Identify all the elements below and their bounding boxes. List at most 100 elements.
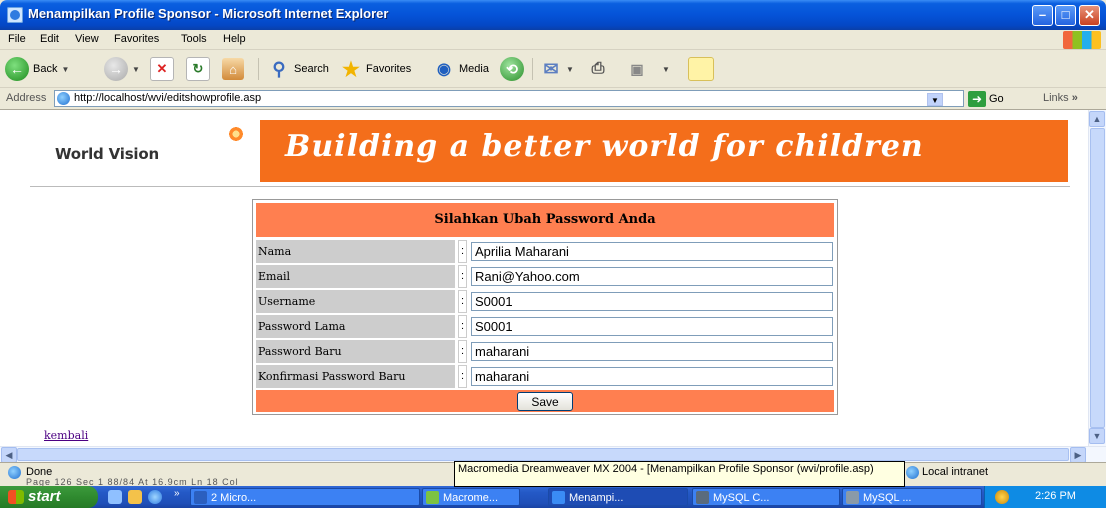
username-input[interactable] — [471, 292, 833, 311]
task-dreamweaver[interactable]: Macrome... — [422, 488, 520, 506]
menu-file[interactable]: File — [8, 33, 26, 45]
kembali-link[interactable]: kembali — [44, 429, 88, 442]
task-label: Macrome... — [443, 492, 499, 504]
clock[interactable]: 2:26 PM — [1035, 490, 1076, 502]
mail-dropdown-icon[interactable]: ▼ — [566, 65, 574, 74]
back-button[interactable]: ← Back ▼ — [5, 55, 69, 83]
history-icon: ⟲ — [500, 57, 524, 81]
links-label: Links — [1043, 92, 1069, 104]
go-arrow-icon: ➜ — [968, 90, 986, 107]
vertical-scrollbar[interactable]: ▲ ▼ — [1088, 110, 1106, 446]
quicklaunch-folder-icon[interactable] — [128, 490, 142, 504]
quicklaunch-desktop-icon[interactable] — [108, 490, 122, 504]
nama-input[interactable] — [471, 242, 833, 261]
email-input[interactable] — [471, 267, 833, 286]
form-footer: Save — [256, 390, 834, 412]
menu-help[interactable]: Help — [223, 33, 246, 45]
logo-star-icon — [224, 122, 248, 146]
edit-icon: ▣ — [630, 60, 644, 77]
back-dropdown-icon[interactable]: ▼ — [61, 65, 69, 74]
search-label: Search — [294, 63, 329, 75]
print-button[interactable]: ⎙ — [587, 55, 609, 83]
stop-icon: ✕ — [150, 57, 174, 81]
task-word[interactable]: 2 Micro... — [190, 488, 420, 506]
close-button[interactable]: ✕ — [1079, 5, 1100, 26]
media-button[interactable]: ◉ Media — [433, 55, 489, 83]
konfirmasi-password-input[interactable] — [471, 367, 833, 386]
messenger-button[interactable] — [688, 55, 714, 83]
tray-icon[interactable] — [995, 490, 1009, 504]
edit-button[interactable]: ▣ ▼ — [626, 55, 670, 83]
password-baru-cell — [469, 340, 836, 363]
maximize-button[interactable]: □ — [1055, 5, 1076, 26]
start-button[interactable]: start — [0, 486, 98, 508]
mysql-icon — [696, 491, 709, 504]
toolbar: ← Back ▼ → ▼ ✕ ↻ ⌂ ⚲ Search ★ Favorites … — [0, 50, 1106, 88]
forward-button[interactable]: → ▼ — [104, 55, 140, 83]
colon: : — [458, 340, 467, 363]
task-mysql-control[interactable]: MySQL C... — [692, 488, 840, 506]
taskbar: start » 2 Micro... Macrome... Menampi...… — [0, 486, 1106, 508]
quicklaunch-chevron-icon[interactable]: » — [174, 488, 180, 499]
ie-icon — [7, 7, 23, 23]
label-nama: Nama — [256, 240, 455, 263]
home-icon: ⌂ — [222, 58, 244, 80]
back-label: Back — [33, 63, 58, 75]
quicklaunch-ie-icon[interactable] — [148, 490, 162, 504]
password-baru-input[interactable] — [471, 342, 833, 361]
menu-favorites[interactable]: Favorites — [114, 33, 159, 45]
refresh-icon: ↻ — [186, 57, 210, 81]
horizontal-scrollbar[interactable]: ◀ ▶ — [0, 446, 1106, 463]
history-button[interactable]: ⟲ — [500, 55, 524, 83]
divider — [30, 186, 1070, 187]
colon: : — [458, 240, 467, 263]
home-button[interactable]: ⌂ — [222, 55, 244, 83]
label-password-baru: Password Baru — [256, 340, 455, 363]
address-input[interactable]: http://localhost/wvi/editshowprofile.asp… — [54, 90, 964, 107]
favorites-button[interactable]: ★ Favorites — [340, 55, 411, 83]
links-chevron-icon: » — [1071, 92, 1078, 104]
menu-edit[interactable]: Edit — [40, 33, 59, 45]
mail-button[interactable]: ✉ ▼ — [540, 55, 574, 83]
scroll-up-icon[interactable]: ▲ — [1089, 111, 1105, 127]
stop-button[interactable]: ✕ — [150, 55, 174, 83]
scroll-left-icon[interactable]: ◀ — [1, 447, 17, 463]
label-username: Username — [256, 290, 455, 313]
media-icon: ◉ — [437, 61, 451, 78]
password-lama-input[interactable] — [471, 317, 833, 336]
world-vision-logo: World Vision — [55, 145, 159, 163]
task-internet-explorer[interactable]: Menampi... — [548, 488, 688, 506]
links-button[interactable]: Links » — [1043, 92, 1078, 104]
email-cell — [469, 265, 836, 288]
go-label: Go — [989, 92, 1004, 105]
refresh-button[interactable]: ↻ — [186, 55, 210, 83]
horizontal-scroll-thumb[interactable] — [17, 448, 1069, 461]
windows-logo-icon — [1063, 31, 1101, 49]
label-email: Email — [256, 265, 455, 288]
task-mysql[interactable]: MySQL ... — [842, 488, 982, 506]
print-icon: ⎙ — [591, 60, 605, 77]
favorites-label: Favorites — [366, 63, 412, 75]
vertical-scroll-thumb[interactable] — [1090, 128, 1105, 428]
scroll-down-icon[interactable]: ▼ — [1089, 428, 1105, 444]
go-button[interactable]: ➜ Go — [968, 90, 1004, 107]
address-dropdown-icon[interactable]: ▼ — [927, 93, 943, 106]
save-button[interactable]: Save — [517, 392, 573, 411]
task-label: MySQL ... — [863, 492, 912, 504]
address-url[interactable]: http://localhost/wvi/editshowprofile.asp — [74, 92, 261, 104]
forward-arrow-icon: → — [104, 57, 128, 81]
minimize-button[interactable]: – — [1032, 5, 1053, 26]
windows-flag-icon — [8, 490, 24, 504]
menu-tools[interactable]: Tools — [181, 33, 207, 45]
edit-dropdown-icon[interactable]: ▼ — [662, 65, 670, 74]
title-bar: Menampilkan Profile Sponsor - Microsoft … — [0, 0, 1106, 30]
menu-bar: File Edit View Favorites Tools Help — [0, 30, 1106, 50]
scroll-right-icon[interactable]: ▶ — [1070, 447, 1086, 463]
task-label: MySQL C... — [713, 492, 770, 504]
colon: : — [458, 315, 467, 338]
mysql-icon — [846, 491, 859, 504]
forward-dropdown-icon[interactable]: ▼ — [132, 65, 140, 74]
menu-view[interactable]: View — [75, 33, 99, 45]
search-button[interactable]: ⚲ Search — [268, 55, 329, 83]
media-label: Media — [459, 63, 489, 75]
